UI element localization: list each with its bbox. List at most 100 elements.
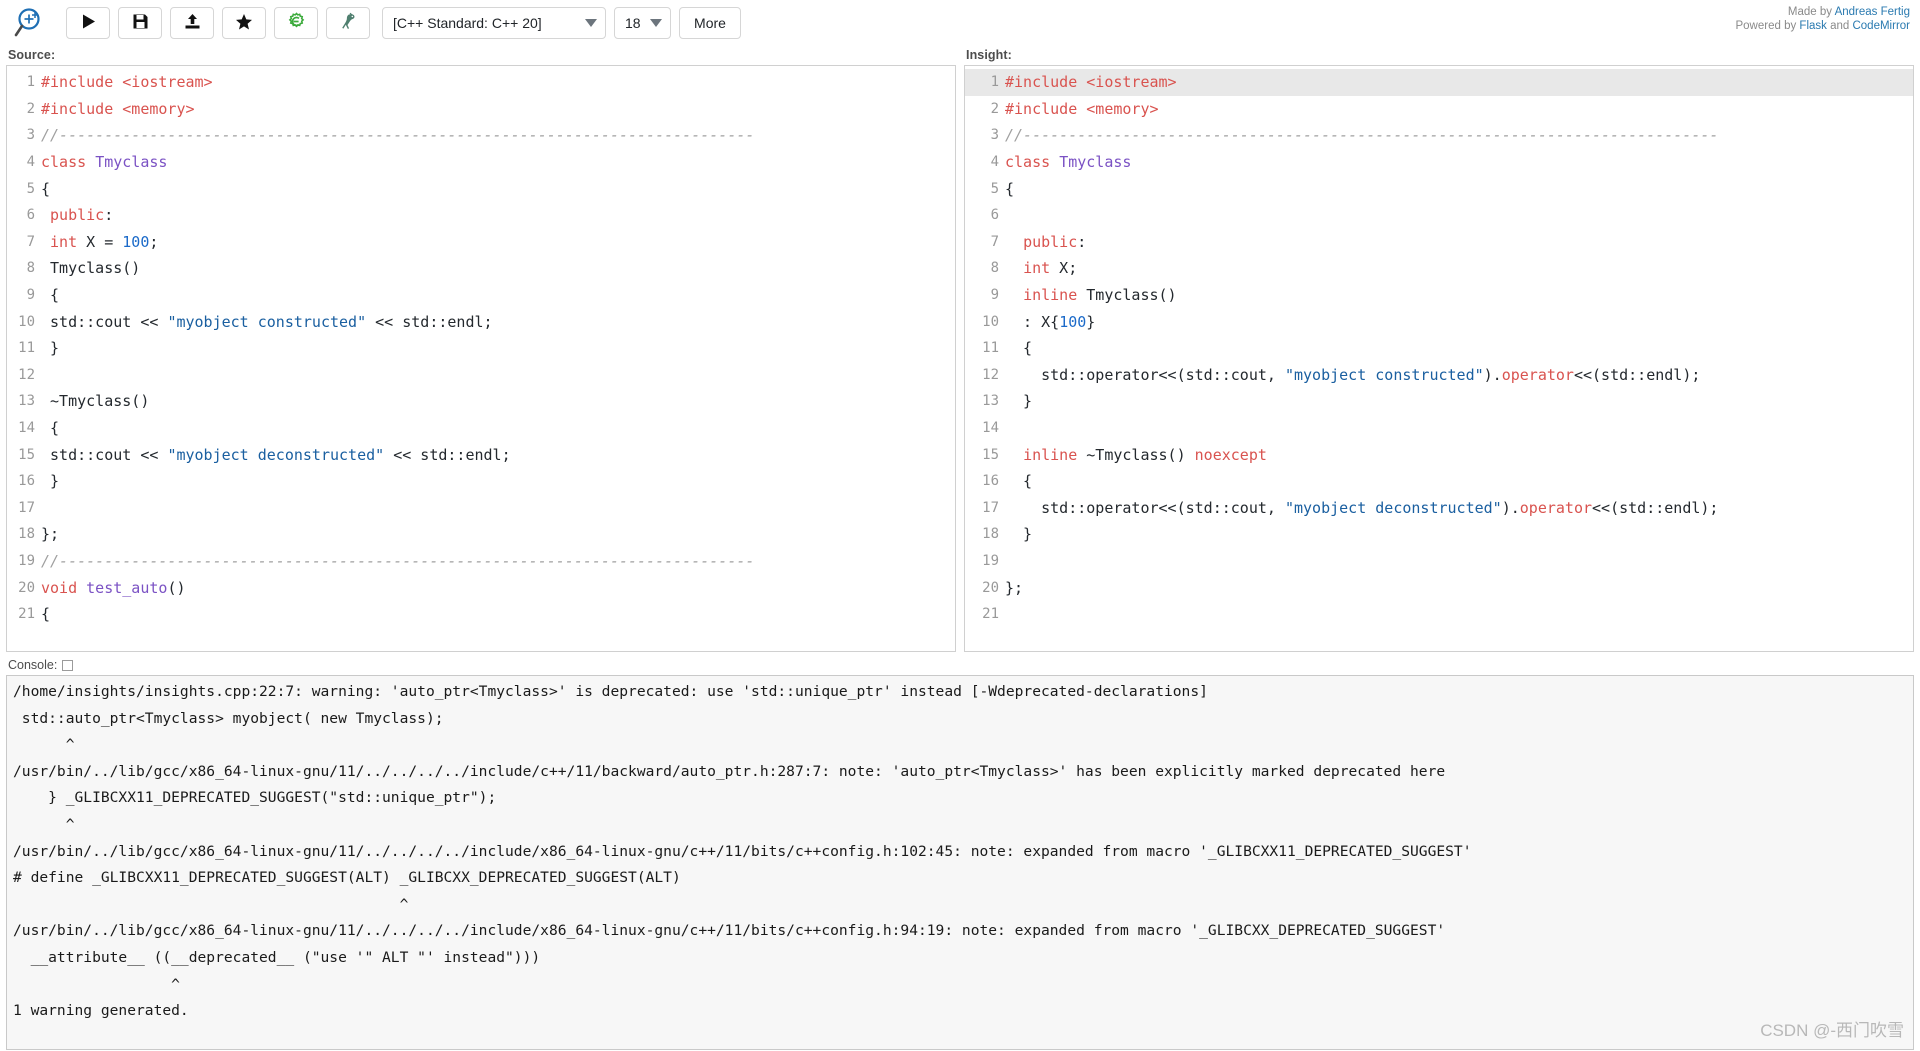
code-line[interactable]: 4 class Tmyclass <box>7 149 955 176</box>
code-text: #include <iostream> <box>41 73 213 92</box>
code-line[interactable]: 7 int X = 100; <box>7 229 955 256</box>
code-text: Tmyclass() <box>41 259 141 278</box>
line-number: 17 <box>982 499 999 516</box>
code-line[interactable]: 3 //-------------------------------------… <box>965 122 1913 149</box>
code-text: { <box>41 419 60 438</box>
code-line[interactable]: 21 <box>965 601 1913 628</box>
code-line[interactable]: 16 { <box>965 468 1913 495</box>
code-text: { <box>41 286 60 305</box>
console-section: Console: /home/insights/insights.cpp:22:… <box>0 652 1920 1050</box>
line-number: 8 <box>26 260 35 277</box>
code-line[interactable]: 6 public: <box>7 202 955 229</box>
code-text: { <box>41 179 51 198</box>
console-line: } _GLIBCXX11_DEPRECATED_SUGGEST("std::un… <box>13 789 497 807</box>
code-line[interactable]: 19 //------------------------------------… <box>7 548 955 575</box>
line-number: 13 <box>18 393 35 410</box>
code-line[interactable]: 1 #include <iostream> <box>965 69 1913 96</box>
code-text: public: <box>50 206 114 225</box>
code-line[interactable]: 15 inline ~Tmyclass() noexcept <box>965 441 1913 468</box>
code-line[interactable]: 14 { <box>7 415 955 442</box>
code-line[interactable]: 5{ <box>7 175 955 202</box>
line-number: 5 <box>990 180 999 197</box>
source-editor[interactable]: 1 #include <iostream> 2 #include <memory> 3 /… <box>6 65 956 652</box>
line-number: 14 <box>982 420 999 437</box>
code-text: } <box>41 472 60 491</box>
code-line[interactable]: 8 Tmyclass() <box>7 255 955 282</box>
editor-panels: Source: 1 #include <iostream> 2 #include <m… <box>0 46 1920 652</box>
code-text: } <box>1005 392 1033 411</box>
font-size-select[interactable]: 18 <box>614 7 671 39</box>
code-line[interactable]: 19 <box>965 548 1913 575</box>
code-line[interactable]: 15 std::cout << "myobject deconstructed"… <box>7 441 955 468</box>
code-line[interactable]: 7 public: <box>965 229 1913 256</box>
code-text: std::operator<<(std::cout, "myobject dec… <box>1005 498 1719 517</box>
play-icon <box>80 13 97 33</box>
code-line[interactable]: 5{ <box>965 175 1913 202</box>
code-text: } <box>1005 525 1033 544</box>
code-line[interactable]: 8 int X; <box>965 255 1913 282</box>
line-number: 18 <box>982 526 999 543</box>
code-line[interactable]: 3 //-------------------------------------… <box>7 122 955 149</box>
more-button[interactable]: More <box>679 7 741 39</box>
console-output[interactable]: /home/insights/insights.cpp:22:7: warnin… <box>6 675 1914 1050</box>
flask-link[interactable]: Flask <box>1799 20 1826 32</box>
line-number: 9 <box>26 287 35 304</box>
code-line[interactable]: 14 <box>965 415 1913 442</box>
code-line[interactable]: 20}; <box>965 574 1913 601</box>
code-text: //--------------------------------------… <box>41 126 755 145</box>
code-line[interactable]: 10 : X{100} <box>965 308 1913 335</box>
code-line[interactable]: 17 std::operator<<(std::cout, "myobject … <box>965 495 1913 522</box>
line-number: 12 <box>982 366 999 383</box>
code-text: std::cout << "myobject deconstructed" <<… <box>41 445 511 464</box>
checkbox-icon[interactable] <box>62 659 74 671</box>
code-line[interactable]: 6 <box>965 202 1913 229</box>
code-text: //--------------------------------------… <box>41 551 755 570</box>
upload-icon <box>184 13 201 33</box>
ostrich-button[interactable] <box>326 7 370 39</box>
code-line[interactable]: 21 { <box>7 601 955 628</box>
code-line[interactable]: 2 #include <memory> <box>965 96 1913 123</box>
gear-e-icon <box>287 12 306 34</box>
favorite-button[interactable] <box>222 7 266 39</box>
line-number: 3 <box>990 127 999 144</box>
code-line[interactable]: 2 #include <memory> <box>7 96 955 123</box>
line-number: 10 <box>18 313 35 330</box>
code-line[interactable]: 11 } <box>7 335 955 362</box>
line-number: 9 <box>990 287 999 304</box>
code-line[interactable]: 11 { <box>965 335 1913 362</box>
made-by-prefix: Made by <box>1787 6 1835 18</box>
upload-button[interactable] <box>170 7 214 39</box>
code-line[interactable]: 16 } <box>7 468 955 495</box>
line-number: 11 <box>982 340 999 357</box>
code-line[interactable]: 9 inline Tmyclass() <box>965 282 1913 309</box>
cppinsights-format-button[interactable] <box>274 7 318 39</box>
line-number: 1 <box>990 74 999 91</box>
line-number: 21 <box>18 606 35 623</box>
code-line[interactable]: 18 } <box>965 521 1913 548</box>
code-line[interactable]: 10 std::cout << "myobject constructed" <… <box>7 308 955 335</box>
code-line[interactable]: 13 } <box>965 388 1913 415</box>
code-line[interactable]: 1 #include <iostream> <box>7 69 955 96</box>
author-link[interactable]: Andreas Fertig <box>1835 6 1910 18</box>
code-text: void test_auto() <box>41 578 186 597</box>
console-line: /usr/bin/../lib/gcc/x86_64-linux-gnu/11/… <box>13 762 1446 780</box>
code-line[interactable]: 20 void test_auto() <box>7 574 955 601</box>
cpp-standard-select[interactable]: [C++ Standard: C++ 20] <box>382 7 606 39</box>
insight-editor[interactable]: 1 #include <iostream> 2 #include <memory> 3 /… <box>964 65 1914 652</box>
code-line[interactable]: 4 class Tmyclass <box>965 149 1913 176</box>
line-number: 6 <box>990 207 999 224</box>
code-line[interactable]: 18}; <box>7 521 955 548</box>
code-line[interactable]: 13 ~Tmyclass() <box>7 388 955 415</box>
run-button[interactable] <box>66 7 110 39</box>
credits-powered-by: Powered by Flask and CodeMirror <box>1735 19 1910 33</box>
codemirror-link[interactable]: CodeMirror <box>1852 20 1910 32</box>
code-line[interactable]: 9 { <box>7 282 955 309</box>
source-panel: Source: 1 #include <iostream> 2 #include <m… <box>6 46 956 652</box>
code-line[interactable]: 12 <box>7 362 955 389</box>
line-number: 19 <box>18 552 35 569</box>
save-button[interactable] <box>118 7 162 39</box>
code-line[interactable]: 17 <box>7 495 955 522</box>
console-line: ^ <box>13 736 75 754</box>
code-line[interactable]: 12 std::operator<<(std::cout, "myobject … <box>965 362 1913 389</box>
line-number: 21 <box>982 606 999 623</box>
